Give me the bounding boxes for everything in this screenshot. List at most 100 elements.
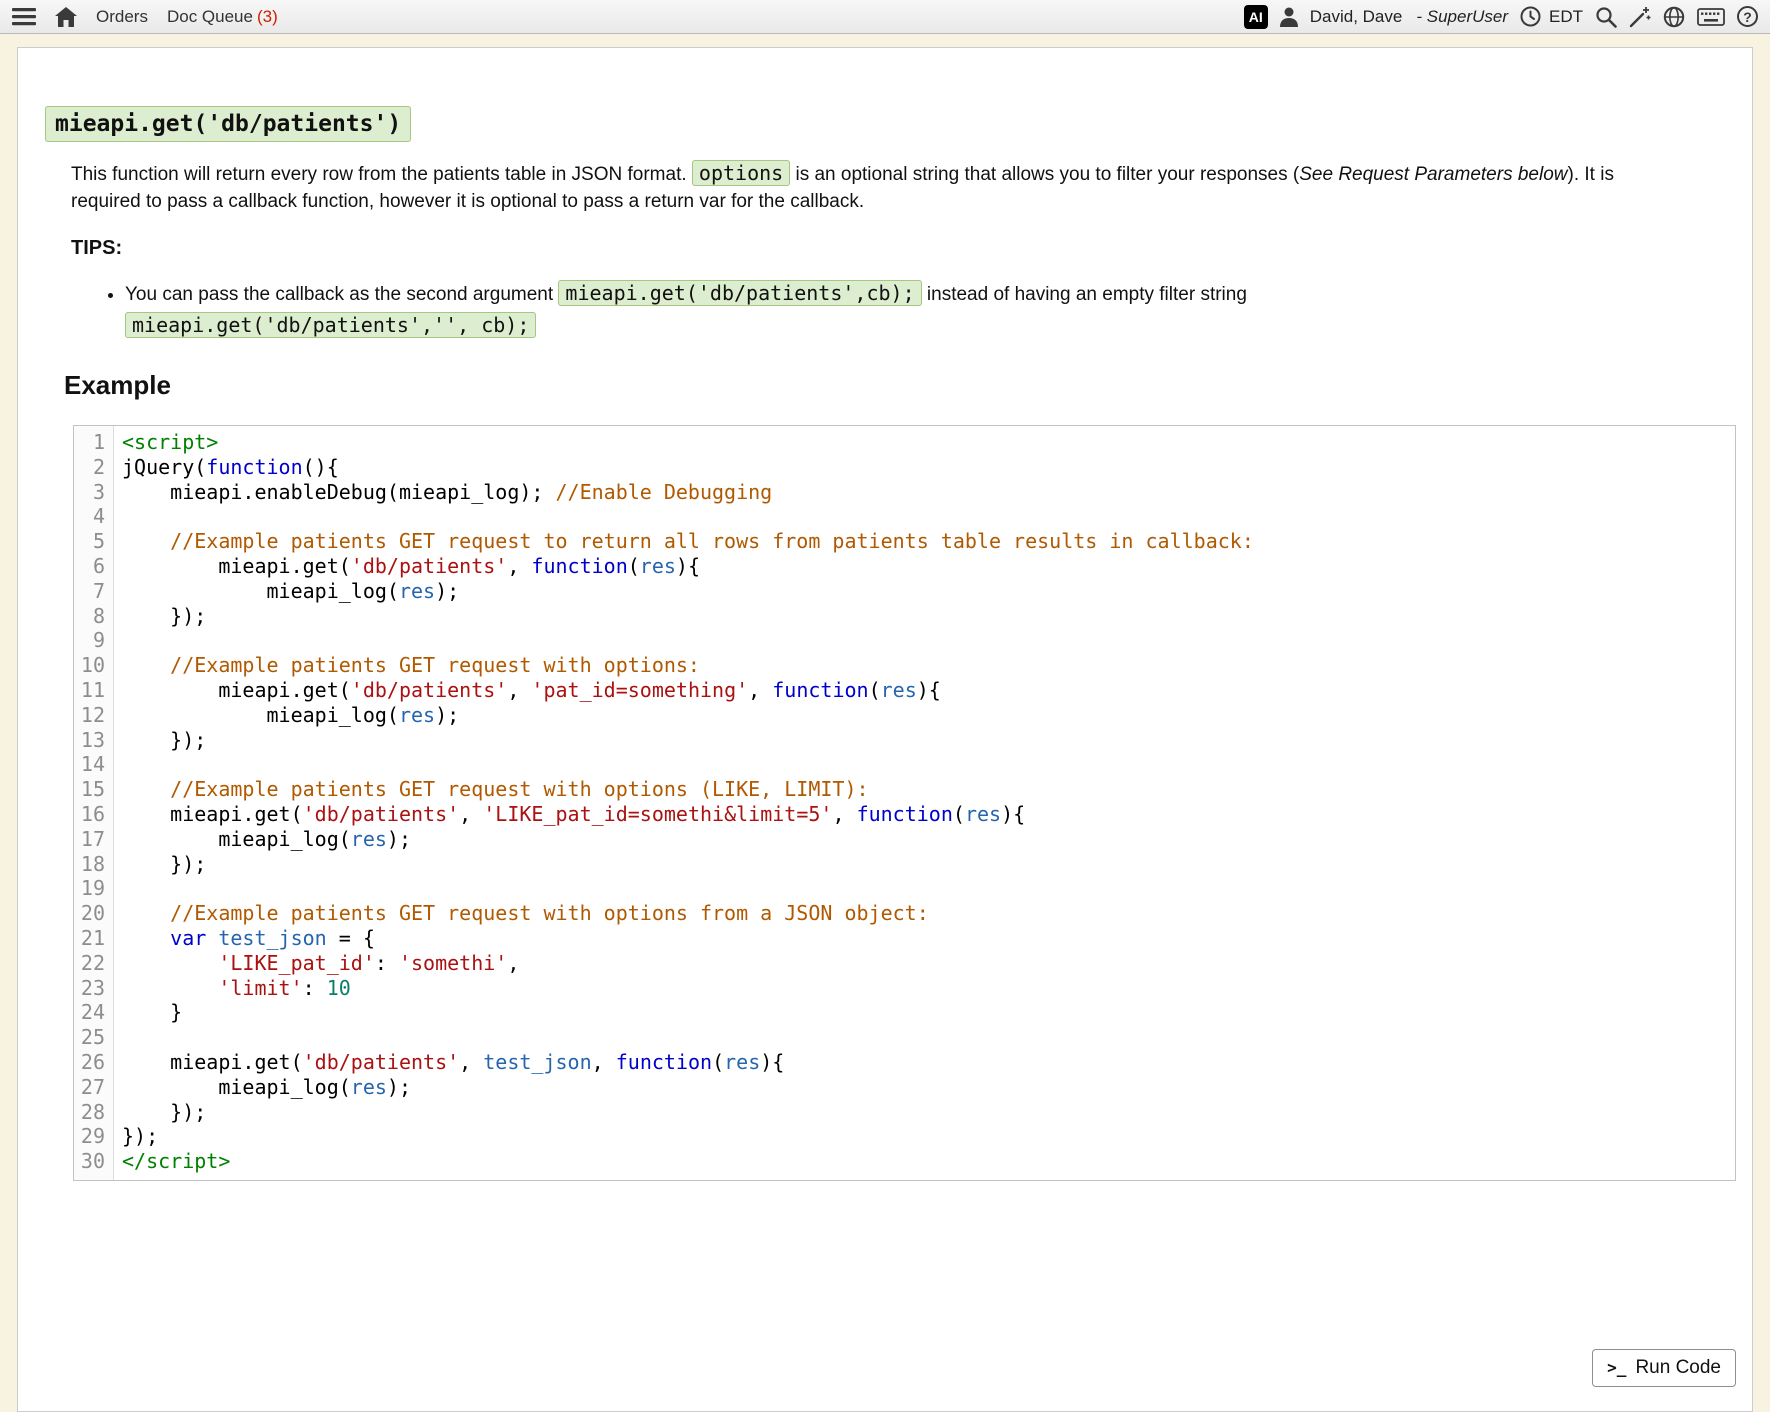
text-run: is an optional string that allows you to… xyxy=(790,164,1299,185)
code-token-pln: ( xyxy=(869,678,881,702)
code-token-pln: ); xyxy=(387,1075,411,1099)
code-line: mieapi.enableDebug(mieapi_log); //Enable… xyxy=(122,480,1727,505)
run-code-button[interactable]: >_ Run Code xyxy=(1592,1349,1736,1387)
code-token-pln: } xyxy=(122,1000,182,1024)
code-token-kw: function xyxy=(531,554,627,578)
line-number: 11 xyxy=(74,678,105,703)
code-line: }); xyxy=(122,728,1727,753)
line-number: 30 xyxy=(74,1149,105,1174)
code-line xyxy=(122,1025,1727,1050)
ai-badge[interactable]: AI xyxy=(1244,5,1268,29)
example-heading: Example xyxy=(64,370,1736,401)
terminal-prompt-icon: >_ xyxy=(1607,1358,1626,1377)
code-token-cmt: //Enable Debugging xyxy=(555,480,772,504)
inline-code: mieapi.get('db/patients',cb); xyxy=(558,280,921,306)
code-line: var test_json = { xyxy=(122,926,1727,951)
code-line: jQuery(function(){ xyxy=(122,455,1727,480)
code-line: 'LIKE_pat_id': 'somethi', xyxy=(122,951,1727,976)
globe-icon[interactable] xyxy=(1663,6,1685,28)
keyboard-icon[interactable] xyxy=(1697,8,1725,26)
code-token-cmt: //Example patients GET request with opti… xyxy=(170,777,868,801)
nav-orders[interactable]: Orders xyxy=(96,7,148,27)
code-line xyxy=(122,628,1727,653)
code-token-pln: , xyxy=(832,802,856,826)
code-token-pln xyxy=(122,901,170,925)
code-token-var: test_json xyxy=(483,1050,591,1074)
code-token-pln: , xyxy=(507,678,531,702)
doc-queue-label[interactable]: Doc Queue xyxy=(167,7,253,27)
code-token-kw: function xyxy=(206,455,302,479)
emphasis-text: See Request Parameters below xyxy=(1299,164,1567,185)
code-token-pln: , xyxy=(459,802,483,826)
code-token-tag: <script> xyxy=(122,430,218,454)
code-token-pln: ){ xyxy=(917,678,941,702)
code-gutter: 1234567891011121314151617181920212223242… xyxy=(74,426,114,1180)
code-token-pln: mieapi.get( xyxy=(122,678,351,702)
timezone-label[interactable]: EDT xyxy=(1549,7,1583,27)
wand-icon[interactable] xyxy=(1629,6,1651,28)
page-title-code: mieapi.get('db/patients') xyxy=(45,106,411,142)
code-token-pln: mieapi_log( xyxy=(122,703,399,727)
code-token-str: 'LIKE_pat_id' xyxy=(218,951,375,975)
code-token-pln: , xyxy=(507,554,531,578)
code-line: //Example patients GET request with opti… xyxy=(122,777,1727,802)
text-run: instead of having an empty filter string xyxy=(922,284,1247,305)
code-line: //Example patients GET request with opti… xyxy=(122,653,1727,678)
user-name[interactable]: David, Dave xyxy=(1310,7,1403,27)
code-line: }); xyxy=(122,604,1727,629)
code-token-pln: }); xyxy=(122,1100,206,1124)
code-token-str: 'pat_id=something' xyxy=(531,678,748,702)
line-number: 15 xyxy=(74,777,105,802)
code-token-pln: }); xyxy=(122,1124,158,1148)
home-icon[interactable] xyxy=(55,7,77,27)
code-token-pln: mieapi.get( xyxy=(122,554,351,578)
code-token-pln: mieapi.get( xyxy=(122,802,303,826)
code-token-kw: function xyxy=(857,802,953,826)
line-number: 28 xyxy=(74,1100,105,1125)
code-token-pln: , xyxy=(592,1050,616,1074)
line-number: 24 xyxy=(74,1000,105,1025)
line-number: 8 xyxy=(74,604,105,629)
code-line: }); xyxy=(122,1124,1727,1149)
code-token-var: res xyxy=(399,703,435,727)
code-token-pln: , xyxy=(507,951,519,975)
top-bar-left: Orders Doc Queue (3) xyxy=(12,7,278,27)
code-line: //Example patients GET request with opti… xyxy=(122,901,1727,926)
tip-item: You can pass the callback as the second … xyxy=(125,278,1575,342)
help-icon[interactable]: ? xyxy=(1737,6,1758,27)
code-token-str: 'db/patients' xyxy=(351,554,508,578)
code-line: </script> xyxy=(122,1149,1727,1174)
code-token-pln xyxy=(122,926,170,950)
code-line: mieapi.get('db/patients', test_json, fun… xyxy=(122,1050,1727,1075)
code-token-kw: var xyxy=(170,926,206,950)
code-token-pln: : xyxy=(303,976,327,1000)
code-token-kw: function xyxy=(772,678,868,702)
line-number: 25 xyxy=(74,1025,105,1050)
search-icon[interactable] xyxy=(1595,6,1617,28)
code-line: }); xyxy=(122,1100,1727,1125)
inline-code: mieapi.get('db/patients','', cb); xyxy=(125,312,536,338)
code-token-num: 10 xyxy=(327,976,351,1000)
line-number: 1 xyxy=(74,430,105,455)
line-number: 27 xyxy=(74,1075,105,1100)
code-token-pln: ){ xyxy=(676,554,700,578)
nav-doc-queue[interactable]: Doc Queue (3) xyxy=(167,7,278,27)
line-number: 10 xyxy=(74,653,105,678)
code-token-pln: mieapi_log( xyxy=(122,827,351,851)
code-line: } xyxy=(122,1000,1727,1025)
doc-queue-count-badge: (3) xyxy=(257,7,278,27)
code-token-str: 'limit' xyxy=(218,976,302,1000)
code-token-pln: ( xyxy=(953,802,965,826)
code-token-kw: function xyxy=(616,1050,712,1074)
code-token-pln: = { xyxy=(327,926,375,950)
line-number: 14 xyxy=(74,752,105,777)
code-line: mieapi_log(res); xyxy=(122,827,1727,852)
clock-icon[interactable] xyxy=(1520,6,1541,27)
user-icon[interactable] xyxy=(1280,7,1298,27)
code-block: 1234567891011121314151617181920212223242… xyxy=(73,425,1736,1181)
run-row: >_ Run Code xyxy=(45,1349,1736,1387)
code-token-pln xyxy=(122,951,218,975)
top-bar-right: AI David, Dave - SuperUser EDT ? xyxy=(1244,5,1758,29)
menu-icon[interactable] xyxy=(12,8,36,26)
code-lines[interactable]: <script>jQuery(function(){ mieapi.enable… xyxy=(114,426,1735,1180)
